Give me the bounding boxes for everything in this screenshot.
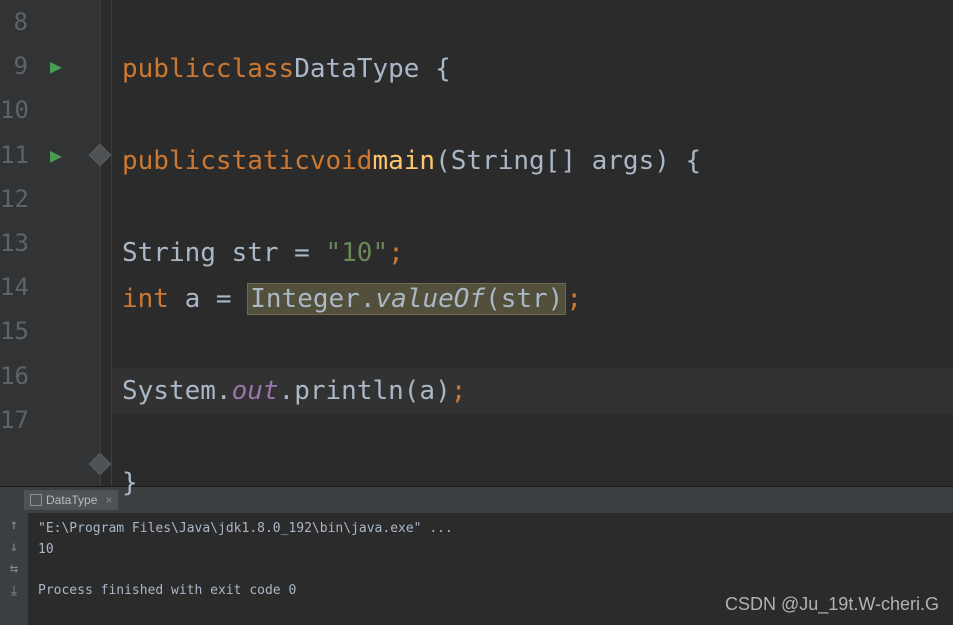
method-call: .println(a) (279, 376, 451, 406)
run-icon[interactable]: ▶ (50, 143, 62, 167)
line-number: 12 (0, 185, 32, 213)
output-line: 10 (38, 542, 54, 557)
params: (String[] args) { (435, 146, 701, 176)
keyword-public: public (122, 54, 216, 84)
line-number: 15 (0, 317, 32, 345)
line-number: 13 (0, 229, 32, 257)
line-number: 14 (0, 273, 32, 301)
gutter-row[interactable]: 9 ▶ (0, 44, 100, 88)
args: (str) (485, 284, 563, 314)
keyword-static: static (216, 146, 310, 176)
code-line[interactable]: int a = Integer.valueOf(str); (112, 276, 953, 322)
code-line[interactable]: public static void main(String[] args) { (112, 138, 953, 184)
brace: { (419, 54, 450, 84)
gutter-row[interactable]: 15 (0, 309, 100, 353)
gutter-row[interactable]: 8 (0, 0, 100, 44)
selection-highlight: Integer.valueOf(str) (247, 283, 566, 315)
keyword-class: class (216, 54, 294, 84)
line-number: 17 (0, 406, 32, 434)
semicolon: ; (388, 238, 404, 268)
output-line: Process finished with exit code 0 (38, 583, 296, 598)
watermark: CSDN @Ju_19t.W-cheri.G (725, 594, 939, 615)
gutter-row[interactable]: 14 (0, 265, 100, 309)
brace: } (122, 468, 138, 498)
arrow-up-icon[interactable]: ↑ (6, 517, 22, 533)
keyword-public: public (122, 146, 216, 176)
class-ref: Integer. (250, 284, 375, 314)
code-line[interactable] (112, 322, 953, 368)
string-literal: "10" (326, 238, 389, 268)
line-number: 9 (0, 52, 32, 80)
code-line[interactable] (112, 414, 953, 460)
line-number: 10 (0, 96, 32, 124)
code-text: String str = (122, 238, 326, 268)
code-line[interactable]: public class DataType { (112, 46, 953, 92)
editor-area: 8 9 ▶ 10 11 ▶ 12 13 14 15 16 17 (0, 0, 953, 486)
line-number: 8 (0, 8, 32, 36)
semicolon: ; (566, 284, 582, 314)
method-name: main (372, 146, 435, 176)
gutter-divider (100, 0, 112, 486)
keyword-int: int (122, 284, 169, 314)
console-tab[interactable]: DataType × (24, 490, 118, 510)
semicolon: ; (451, 376, 467, 406)
code-line[interactable] (112, 0, 953, 46)
window-icon (30, 494, 42, 506)
gutter-row[interactable]: 17 (0, 398, 100, 442)
arrow-down-icon[interactable]: ↓ (6, 539, 22, 555)
code-line[interactable]: String str = "10"; (112, 230, 953, 276)
code-text: a = (169, 284, 247, 314)
run-icon[interactable]: ▶ (50, 54, 62, 78)
gutter-row[interactable] (0, 442, 100, 486)
static-field: out (232, 376, 279, 406)
gutter-row[interactable]: 10 (0, 88, 100, 132)
line-number: 11 (0, 141, 32, 169)
class-name: DataType (294, 54, 419, 84)
class-ref: System. (122, 376, 232, 406)
console-tab-label: DataType (46, 493, 97, 507)
code-line[interactable]: } (112, 460, 953, 506)
code-line-current[interactable]: System.out.println(a); (112, 368, 953, 414)
code-line[interactable] (112, 92, 953, 138)
code-line[interactable] (112, 184, 953, 230)
scroll-icon[interactable]: ⤓ (6, 583, 22, 599)
wrap-icon[interactable]: ⇆ (6, 561, 22, 577)
gutter-row[interactable]: 16 (0, 354, 100, 398)
output-line: "E:\Program Files\Java\jdk1.8.0_192\bin\… (38, 521, 453, 536)
gutter-row[interactable]: 13 (0, 221, 100, 265)
gutter-row[interactable]: 12 (0, 177, 100, 221)
code-area[interactable]: public class DataType { public static vo… (112, 0, 953, 486)
static-method: valueOf (375, 284, 485, 314)
keyword-void: void (310, 146, 373, 176)
line-number: 16 (0, 362, 32, 390)
gutter: 8 9 ▶ 10 11 ▶ 12 13 14 15 16 17 (0, 0, 100, 486)
gutter-row[interactable]: 11 ▶ (0, 133, 100, 177)
console-toolbar: ↑ ↓ ⇆ ⤓ (0, 513, 28, 625)
